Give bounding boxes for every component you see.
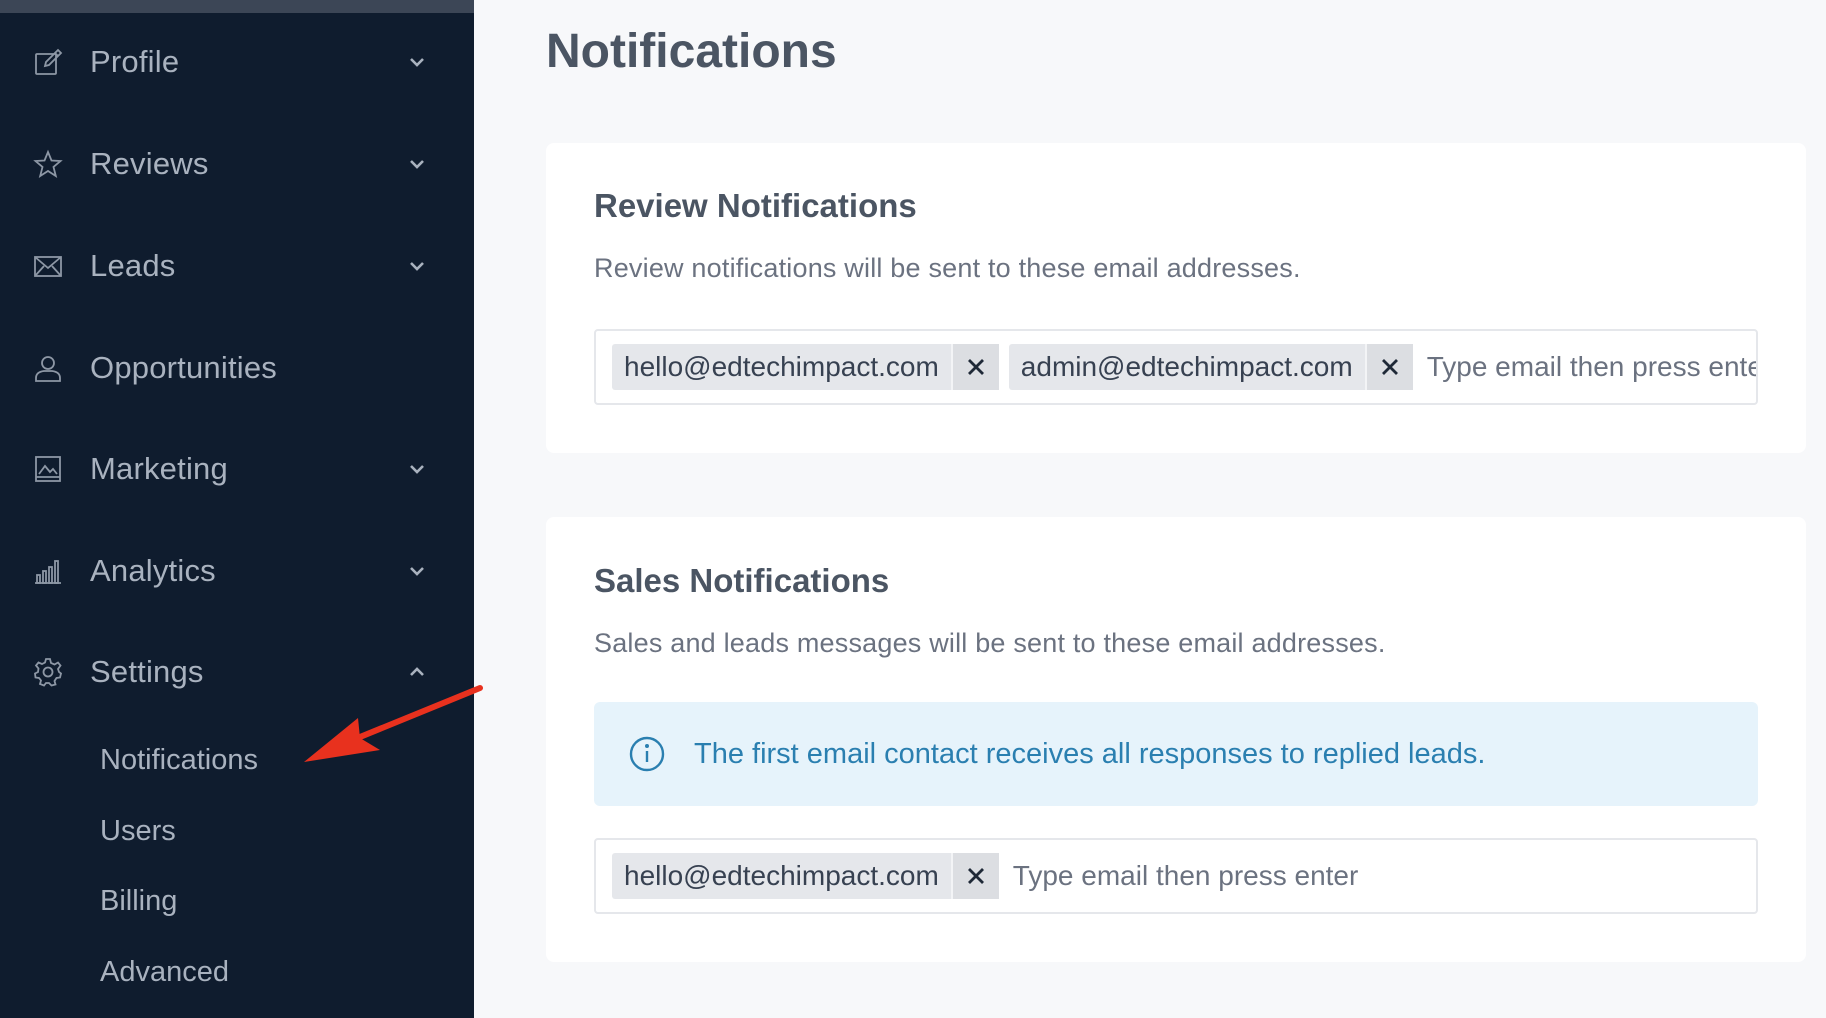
email-chip-label: hello@edtechimpact.com	[612, 344, 953, 390]
sidebar-item-label: Profile	[90, 44, 180, 79]
star-icon	[32, 148, 64, 180]
bar-chart-icon	[32, 555, 64, 587]
sidebar-item-marketing[interactable]: Marketing	[0, 429, 474, 509]
card-title: Review Notifications	[594, 187, 917, 224]
edit-icon	[32, 46, 64, 78]
sidebar-item-label: Marketing	[90, 451, 228, 486]
info-icon	[628, 735, 666, 773]
info-alert: The first email contact receives all res…	[594, 702, 1758, 806]
gear-icon	[32, 656, 64, 688]
page-title: Notifications	[546, 25, 837, 78]
sidebar-item-label: Reviews	[90, 146, 209, 181]
sales-notifications-card: Sales Notifications Sales and leads mess…	[546, 517, 1806, 962]
sidebar-top-strip	[0, 0, 474, 13]
card-description: Review notifications will be sent to the…	[594, 253, 1301, 283]
email-chip-label: admin@edtechimpact.com	[1009, 344, 1367, 390]
sales-email-input[interactable]	[1008, 851, 1756, 901]
card-description: Sales and leads messages will be sent to…	[594, 628, 1386, 658]
settings-subitem-billing[interactable]: Billing	[100, 885, 177, 918]
close-icon[interactable]	[952, 853, 999, 899]
chevron-down-icon	[404, 253, 430, 279]
settings-subitem-notifications[interactable]: Notifications	[100, 744, 258, 777]
settings-subitem-users[interactable]: Users	[100, 815, 176, 848]
chevron-down-icon	[404, 151, 430, 177]
user-icon	[32, 352, 64, 384]
sidebar-item-label: Leads	[90, 248, 176, 283]
review-notifications-card: Review Notifications Review notification…	[546, 143, 1806, 453]
chevron-down-icon	[404, 49, 430, 75]
chevron-down-icon	[404, 456, 430, 482]
sidebar: Profile Reviews Leads Opportunities Mark…	[0, 0, 474, 1018]
sidebar-item-label: Analytics	[90, 553, 216, 588]
sidebar-item-reviews[interactable]: Reviews	[0, 124, 474, 204]
image-icon	[32, 453, 64, 485]
close-icon[interactable]	[952, 344, 999, 390]
sales-email-field[interactable]: hello@edtechimpact.com	[594, 838, 1758, 914]
review-email-input[interactable]	[1422, 342, 1756, 392]
envelope-icon	[32, 250, 64, 282]
sidebar-item-label: Opportunities	[90, 350, 277, 385]
sidebar-item-profile[interactable]: Profile	[0, 22, 474, 102]
email-chip: admin@edtechimpact.com	[1008, 344, 1413, 390]
review-email-field[interactable]: hello@edtechimpact.com admin@edtechimpac…	[594, 329, 1758, 405]
email-chip-label: hello@edtechimpact.com	[612, 853, 953, 899]
email-chip: hello@edtechimpact.com	[612, 344, 999, 390]
annotation-arrow-icon	[304, 685, 483, 762]
sidebar-item-leads[interactable]: Leads	[0, 226, 474, 306]
sidebar-item-label: Settings	[90, 654, 204, 689]
email-chip: hello@edtechimpact.com	[612, 853, 999, 899]
info-alert-text: The first email contact receives all res…	[694, 737, 1486, 770]
card-title: Sales Notifications	[594, 562, 890, 599]
settings-subitem-advanced[interactable]: Advanced	[100, 956, 229, 989]
sidebar-item-opportunities[interactable]: Opportunities	[0, 328, 474, 408]
sidebar-item-analytics[interactable]: Analytics	[0, 531, 474, 611]
close-icon[interactable]	[1366, 344, 1413, 390]
chevron-down-icon	[404, 558, 430, 584]
